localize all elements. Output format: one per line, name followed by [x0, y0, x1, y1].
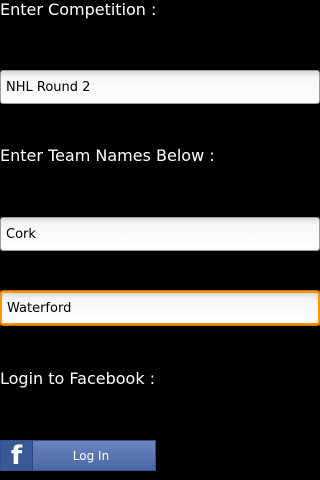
team1-input[interactable]	[0, 217, 320, 251]
facebook-login-label: Login to Facebook :	[0, 369, 156, 388]
competition-input[interactable]	[0, 70, 320, 104]
competition-label: Enter Competition :	[0, 0, 157, 19]
screen: Enter Competition : Enter Team Names Bel…	[0, 0, 320, 480]
facebook-login-button[interactable]: f Log In	[0, 440, 156, 471]
facebook-icon: f	[1, 441, 33, 470]
facebook-login-button-label: Log In	[72, 448, 110, 463]
team2-input[interactable]	[0, 291, 320, 325]
team-names-label: Enter Team Names Below :	[0, 146, 215, 165]
